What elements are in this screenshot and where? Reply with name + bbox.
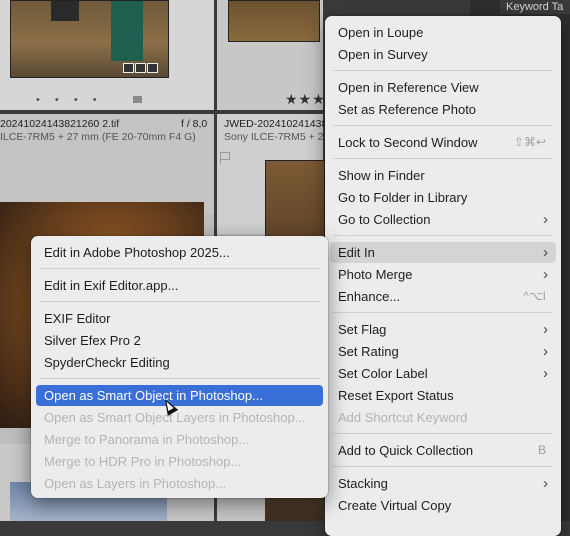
filename-label: 20241024143821260 2.tif [0,118,120,130]
menu-item-reset-export-status[interactable]: Reset Export Status [330,385,556,406]
menu-item-label: Edit In [338,245,375,260]
submenu-item-silver-efex-pro[interactable]: Silver Efex Pro 2 [36,330,323,351]
chevron-right-icon: › [543,244,548,261]
context-menu: Open in Loupe Open in Survey Open in Ref… [325,16,561,536]
menu-item-set-flag[interactable]: Set Flag › [330,319,556,340]
menu-item-add-shortcut-keyword: Add Shortcut Keyword [330,407,556,428]
menu-item-set-color-label[interactable]: Set Color Label › [330,363,556,384]
menu-item-label: Open in Survey [338,47,428,62]
menu-item-label: Add Shortcut Keyword [338,410,468,425]
menu-item-label: Set Rating [338,344,399,359]
menu-item-set-as-reference-photo[interactable]: Set as Reference Photo [330,99,556,120]
menu-item-label: Open in Reference View [338,80,479,95]
menu-item-set-rating[interactable]: Set Rating › [330,341,556,362]
chevron-right-icon: › [543,475,548,492]
submenu-item-spydercheckr[interactable]: SpyderCheckr Editing [36,352,323,373]
menu-item-label: Set as Reference Photo [338,102,477,117]
menu-item-label: Stacking [338,476,388,491]
menu-item-label: Go to Collection [338,212,431,227]
menu-separator [333,70,553,71]
menu-item-show-in-finder[interactable]: Show in Finder [330,165,556,186]
menu-item-label: Open as Smart Object in Photoshop... [44,388,263,403]
edit-in-submenu: Edit in Adobe Photoshop 2025... Edit in … [31,236,328,498]
chevron-right-icon: › [543,365,548,382]
submenu-item-edit-in-photoshop[interactable]: Edit in Adobe Photoshop 2025... [36,242,323,263]
menu-item-label: Open in Loupe [338,25,424,40]
menu-item-shortcut: ^⌥I [523,289,546,303]
flag-icon[interactable] [220,152,231,164]
menu-separator [39,378,320,379]
chevron-right-icon: › [543,343,548,360]
chevron-right-icon: › [543,266,548,283]
menu-item-open-in-loupe[interactable]: Open in Loupe [330,22,556,43]
menu-item-open-in-reference-view[interactable]: Open in Reference View [330,77,556,98]
menu-item-go-to-collection[interactable]: Go to Collection › [330,209,556,230]
submenu-item-open-as-layers: Open as Layers in Photoshop... [36,473,323,494]
keyword-panel-title[interactable]: Keyword Ta [500,0,570,14]
menu-item-create-virtual-copy[interactable]: Create Virtual Copy [330,495,556,516]
submenu-item-open-as-smart-object[interactable]: Open as Smart Object in Photoshop... [36,385,323,406]
menu-separator [333,466,553,467]
submenu-item-open-as-smart-object-layers: Open as Smart Object Layers in Photoshop… [36,407,323,428]
menu-item-label: Silver Efex Pro 2 [44,333,141,348]
filename-label: JWED-202410241438 [224,118,328,130]
menu-item-label: Lock to Second Window [338,135,478,150]
chevron-right-icon: › [543,321,548,338]
menu-item-lock-to-second-window[interactable]: Lock to Second Window ⇧⌘↩ [330,132,556,153]
menu-item-open-in-survey[interactable]: Open in Survey [330,44,556,65]
menu-item-label: Photo Merge [338,267,413,282]
menu-item-go-to-folder[interactable]: Go to Folder in Library [330,187,556,208]
crop-badge-icon[interactable] [147,63,158,73]
menu-separator [39,268,320,269]
menu-separator [333,433,553,434]
menu-separator [333,312,553,313]
keyword-badge-icon[interactable] [123,63,134,73]
menu-item-label: Open as Smart Object Layers in Photoshop… [44,410,306,425]
menu-item-label: Edit in Adobe Photoshop 2025... [44,245,230,260]
menu-item-label: Set Flag [338,322,387,337]
submenu-item-exif-editor[interactable]: EXIF Editor [36,308,323,329]
rating-dots[interactable]: • • • • [36,94,103,106]
menu-separator [39,301,320,302]
camera-label: Sony ILCE-7RM5 + 2 [224,131,324,143]
color-label-icon[interactable] [133,96,142,103]
menu-item-edit-in[interactable]: Edit In › [330,242,556,263]
menu-item-photo-merge[interactable]: Photo Merge › [330,264,556,285]
menu-item-shortcut: ⇧⌘↩ [513,135,546,149]
menu-item-stacking[interactable]: Stacking › [330,473,556,494]
submenu-item-merge-to-hdr-pro: Merge to HDR Pro in Photoshop... [36,451,323,472]
menu-item-label: Create Virtual Copy [338,498,452,513]
submenu-item-edit-in-exif-editor-app[interactable]: Edit in Exif Editor.app... [36,275,323,296]
chevron-right-icon: › [543,211,548,228]
menu-item-label: Add to Quick Collection [338,443,474,458]
menu-item-label: Reset Export Status [338,388,454,403]
thumbnail-badges [123,63,158,73]
menu-item-label: SpyderCheckr Editing [44,355,170,370]
rating-stars[interactable]: ★★★ [285,91,326,108]
aperture-label: f / 8,0 [181,118,208,130]
menu-separator [333,158,553,159]
menu-item-add-to-quick-collection[interactable]: Add to Quick Collection B [330,440,556,461]
menu-item-label: Open as Layers in Photoshop... [44,476,227,491]
menu-separator [333,235,553,236]
menu-item-label: Edit in Exif Editor.app... [44,278,179,293]
menu-item-enhance[interactable]: Enhance... ^⌥I [330,286,556,307]
submenu-item-merge-to-panorama: Merge to Panorama in Photoshop... [36,429,323,450]
menu-item-label: Show in Finder [338,168,425,183]
menu-item-label: Enhance... [338,289,401,304]
menu-separator [333,125,553,126]
menu-item-label: Go to Folder in Library [338,190,468,205]
menu-item-label: Set Color Label [338,366,428,381]
camera-label: ILCE-7RM5 + 27 mm (FE 20-70mm F4 G) [0,131,196,143]
menu-item-label: EXIF Editor [44,311,111,326]
menu-item-label: Merge to Panorama in Photoshop... [44,432,250,447]
menu-item-shortcut: B [537,443,546,457]
comment-badge-icon[interactable] [135,63,146,73]
menu-item-label: Merge to HDR Pro in Photoshop... [44,454,242,469]
thumbnail-image[interactable] [228,0,320,42]
